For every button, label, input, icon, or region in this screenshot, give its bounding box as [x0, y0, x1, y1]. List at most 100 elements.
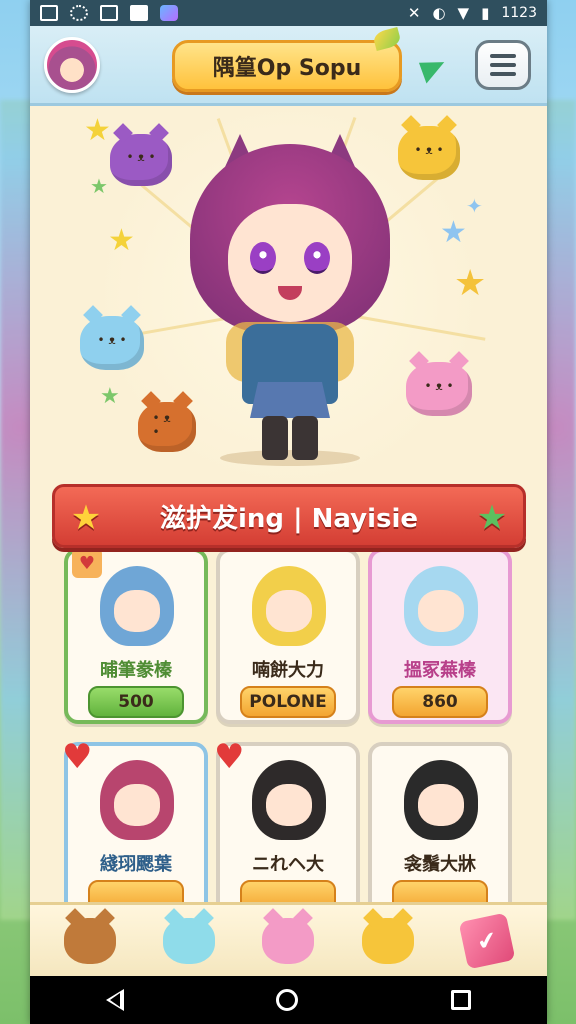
- pet-face: • ᴥ •: [414, 143, 444, 158]
- character-face: [228, 204, 352, 322]
- price-label: 500: [118, 692, 154, 712]
- price-button[interactable]: 500: [88, 686, 184, 718]
- note-icon: [130, 5, 148, 21]
- star-icon: ★: [440, 215, 467, 250]
- status-bar: ✕ ◐ ▼ ▮ 1123: [30, 0, 547, 26]
- pet-face: • ᴥ •: [126, 150, 156, 165]
- character-portrait: [252, 760, 326, 840]
- character-name: 衾鬚大牀: [404, 854, 476, 875]
- portrait-face: [418, 590, 464, 632]
- character-eye: [304, 242, 330, 274]
- game-title: 隅篁Op Sopu: [212, 56, 362, 81]
- portrait-face: [266, 590, 312, 632]
- price-label: 860: [422, 692, 458, 712]
- character-card[interactable]: 喃餅大力 POLONE: [216, 552, 360, 724]
- hamburger-menu-icon: [490, 54, 516, 58]
- character-card[interactable]: 搵冢蕪榛 860: [368, 552, 512, 724]
- star-icon: ★: [100, 384, 120, 409]
- pet-face: • ᴥ •: [152, 410, 171, 439]
- portrait-face: [114, 784, 160, 826]
- pink-cat-pet-icon: [262, 917, 315, 964]
- character-card[interactable]: ♥ 晡筆豢榛 500: [64, 552, 208, 724]
- character-eye: [250, 242, 276, 274]
- system-navigation-bar: [30, 976, 547, 1024]
- character-name: 喃餅大力: [252, 660, 324, 681]
- data-saver-icon: ◐: [432, 3, 446, 22]
- character-portrait: [100, 760, 174, 840]
- heart-icon[interactable]: ♥: [62, 740, 92, 774]
- character-mouth: [278, 286, 302, 300]
- character-leg: [292, 416, 318, 460]
- dog-pet-icon: [63, 917, 116, 964]
- nav-pink-cat-pet[interactable]: [253, 911, 323, 971]
- character-grid: ♥ 晡筆豢榛 500 喃餅大力 POLONE 搵冢蕪榛 860 ♥ 綫珝颸葉 ♥: [50, 552, 526, 902]
- character-name: ニれヘ大: [252, 854, 324, 875]
- gear-icon: [70, 5, 88, 21]
- app-icon: [160, 5, 178, 21]
- menu-line: [490, 72, 516, 76]
- character-name: 綫珝颸葉: [100, 854, 172, 875]
- section-banner: ★ 滋护犮ing | Nayisie ★: [52, 484, 526, 548]
- ghost-cat-pet-icon: [163, 917, 216, 964]
- back-icon[interactable]: [106, 989, 125, 1011]
- pink-cat-pet[interactable]: • ᴥ •: [406, 362, 472, 416]
- menu-line: [490, 63, 516, 67]
- portrait-face: [418, 784, 464, 826]
- nav-ghost-cat-pet[interactable]: [154, 911, 224, 971]
- character-portrait: [252, 566, 326, 646]
- star-icon: ★: [84, 113, 111, 148]
- price-button[interactable]: POLONE: [240, 686, 336, 718]
- blue-cat-pet[interactable]: • ᴥ •: [80, 316, 144, 370]
- star-icon: ★: [108, 223, 135, 258]
- pet-face: • ᴥ •: [97, 333, 127, 348]
- price-label: POLONE: [249, 692, 327, 712]
- character-skirt: [250, 382, 330, 418]
- home-icon[interactable]: [276, 989, 299, 1011]
- character-name: 晡筆豢榛: [100, 660, 172, 681]
- mute-icon: ✕: [407, 3, 421, 22]
- recent-apps-icon[interactable]: [450, 990, 471, 1010]
- card-collection-icon: ✔: [458, 912, 516, 969]
- price-button[interactable]: [240, 880, 336, 902]
- bottom-navigation: ✔: [30, 902, 547, 976]
- star-icon: ★: [90, 174, 108, 198]
- player-avatar[interactable]: [44, 36, 100, 93]
- character-card[interactable]: 衾鬚大牀: [368, 742, 512, 902]
- featured-character[interactable]: [180, 134, 400, 466]
- hamburger-menu-button[interactable]: [475, 40, 531, 90]
- nav-card-collection[interactable]: ✔: [452, 911, 522, 971]
- photo-icon: [100, 5, 118, 21]
- price-button[interactable]: 860: [392, 686, 488, 718]
- pet-face: • ᴥ •: [424, 379, 454, 394]
- star-icon: ✦: [466, 194, 483, 218]
- notification-box-icon: [40, 5, 58, 21]
- green-star-icon: ★: [476, 498, 508, 538]
- character-name: 搵冢蕪榛: [404, 660, 476, 681]
- character-portrait: [100, 566, 174, 646]
- character-leg: [262, 416, 288, 460]
- favorite-heart-icon[interactable]: ♥: [72, 552, 102, 578]
- battery-icon: ▮: [481, 3, 490, 22]
- hero-showcase: ★ ★ ★ ★ ★ ✦ ★ • ᴥ • • ᴥ • • ᴥ • • ᴥ • • …: [30, 106, 547, 484]
- heart-icon[interactable]: ♥: [214, 740, 244, 774]
- yellow-cat-pet[interactable]: • ᴥ •: [398, 126, 460, 180]
- character-card[interactable]: ♥ ニれヘ大: [214, 740, 360, 902]
- price-button[interactable]: [392, 880, 488, 902]
- nav-yellow-cat-pet[interactable]: [353, 911, 423, 971]
- arrow-icon: [418, 54, 450, 84]
- price-button[interactable]: [88, 880, 184, 902]
- yellow-cat-pet-icon: [361, 917, 414, 964]
- game-title-button[interactable]: 隅篁Op Sopu: [172, 40, 402, 92]
- banner-title: 滋护犮ing | Nayisie: [159, 503, 419, 534]
- character-card[interactable]: ♥ 綫珝颸葉: [62, 740, 208, 902]
- star-icon: ★: [454, 263, 487, 304]
- nav-dog-pet[interactable]: [55, 911, 125, 971]
- character-portrait: [404, 760, 478, 840]
- status-time: 1123: [501, 5, 537, 21]
- purple-cat-pet[interactable]: • ᴥ •: [110, 134, 172, 186]
- portrait-face: [266, 784, 312, 826]
- yellow-star-icon: ★: [70, 498, 102, 538]
- top-bar: 隅篁Op Sopu: [30, 26, 547, 106]
- character-portrait: [404, 566, 478, 646]
- character-shadow: [220, 450, 360, 466]
